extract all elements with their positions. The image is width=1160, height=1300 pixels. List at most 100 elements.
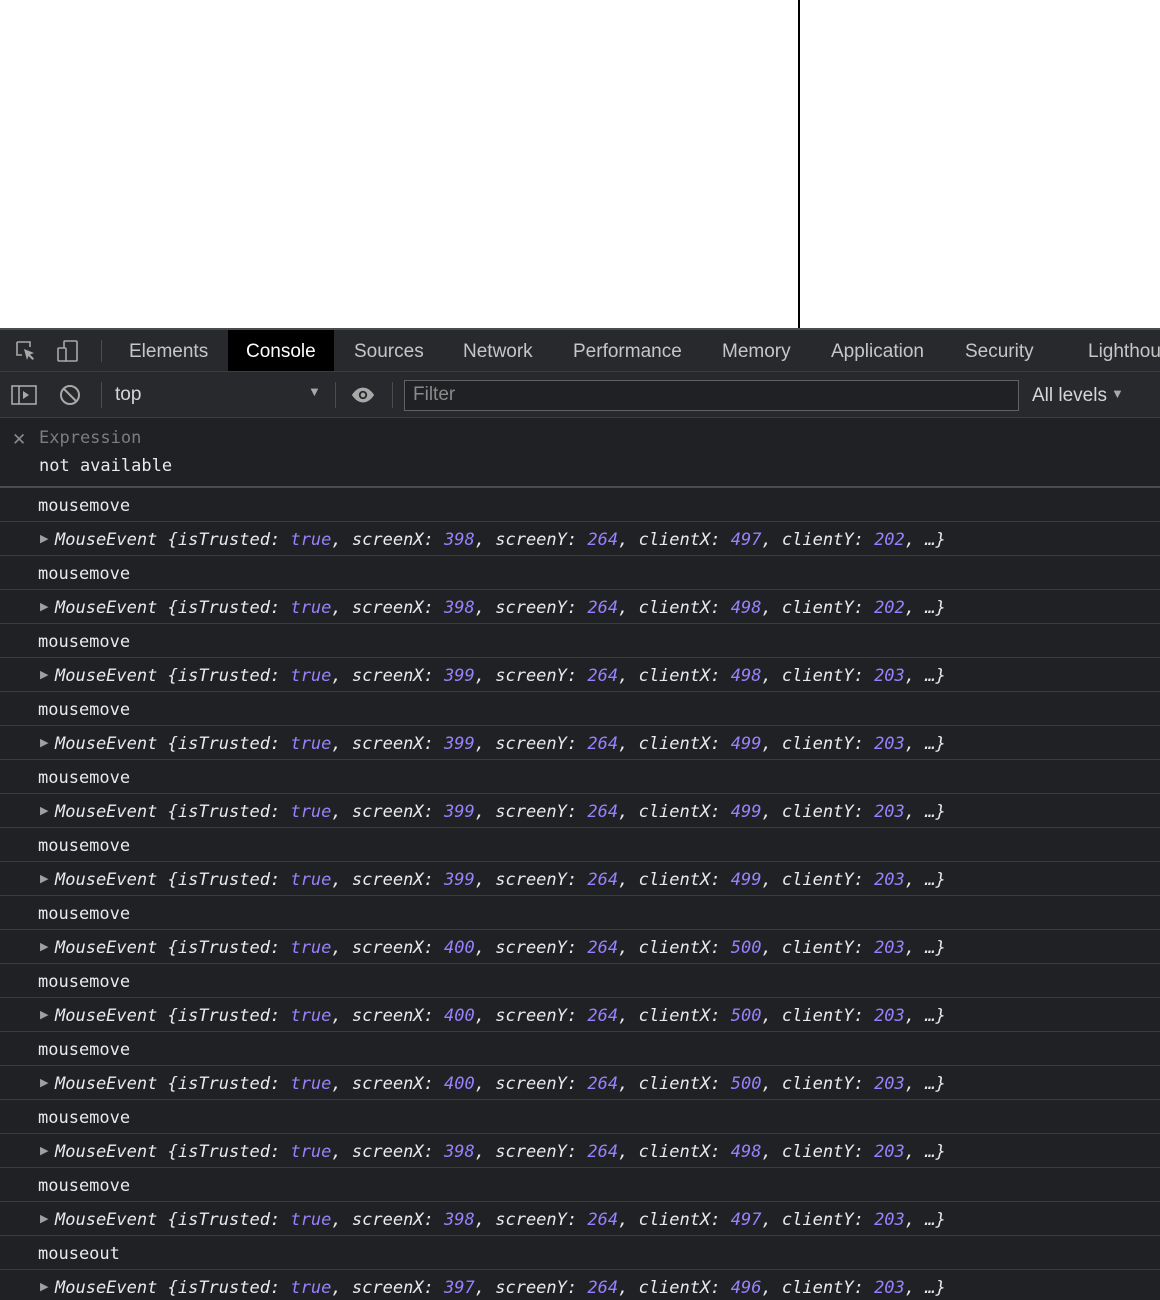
- property-key: isTrusted:: [177, 1142, 281, 1162]
- property-key: screenY:: [495, 1210, 578, 1230]
- log-object-row[interactable]: ▶ MouseEvent {isTrusted: true, screenX: 3…: [0, 590, 1160, 624]
- property-key: screenY:: [495, 802, 578, 822]
- device-toolbar-icon[interactable]: [55, 338, 81, 364]
- property-value: 499: [730, 870, 762, 890]
- tab-application[interactable]: Application: [831, 330, 924, 371]
- property-key: clientX:: [638, 1210, 721, 1230]
- property-value: 203: [874, 1074, 905, 1094]
- property-key: isTrusted:: [177, 666, 281, 686]
- tabbar-separator: [101, 340, 102, 362]
- expand-triangle-icon[interactable]: ▶: [40, 668, 48, 681]
- inspect-element-icon[interactable]: [13, 338, 39, 364]
- log-message-text: mousemove: [38, 1176, 131, 1196]
- log-levels-dropdown[interactable]: All levels ▼: [1032, 385, 1124, 407]
- property-key: clientX:: [638, 1278, 721, 1298]
- object-preview[interactable]: MouseEvent {isTrusted: true, screenX: 39…: [55, 598, 946, 618]
- sidebar-toggle-icon[interactable]: [11, 382, 37, 408]
- chevron-down-icon[interactable]: ▼: [308, 384, 321, 399]
- object-preview[interactable]: MouseEvent {isTrusted: true, screenX: 39…: [55, 1210, 946, 1230]
- expression-value: not available: [39, 456, 173, 476]
- object-type: MouseEvent: [55, 1210, 158, 1230]
- property-value: 264: [587, 1074, 619, 1094]
- property-key: screenX:: [351, 666, 434, 686]
- log-object-row[interactable]: ▶ MouseEvent {isTrusted: true, screenX: 3…: [0, 726, 1160, 760]
- toolbar-separator: [392, 382, 393, 408]
- object-preview[interactable]: MouseEvent {isTrusted: true, screenX: 39…: [55, 1142, 946, 1162]
- context-selector[interactable]: top: [115, 384, 141, 406]
- expand-triangle-icon[interactable]: ▶: [40, 600, 48, 613]
- tab-lighthouse[interactable]: Lighthou: [1088, 330, 1160, 371]
- object-type: MouseEvent: [55, 734, 158, 754]
- property-key: screenY:: [495, 530, 578, 550]
- expand-triangle-icon[interactable]: ▶: [40, 532, 48, 545]
- log-object-row[interactable]: ▶ MouseEvent {isTrusted: true, screenX: 3…: [0, 1270, 1160, 1300]
- property-value: 399: [444, 734, 475, 754]
- object-preview[interactable]: MouseEvent {isTrusted: true, screenX: 39…: [55, 870, 946, 890]
- object-preview[interactable]: MouseEvent {isTrusted: true, screenX: 40…: [55, 938, 946, 958]
- expand-triangle-icon[interactable]: ▶: [40, 872, 48, 885]
- property-key: screenX:: [351, 938, 434, 958]
- tab-console[interactable]: Console: [228, 330, 334, 371]
- object-type: MouseEvent: [55, 870, 158, 890]
- property-key: screenY:: [495, 1278, 578, 1298]
- expand-triangle-icon[interactable]: ▶: [40, 1008, 48, 1021]
- log-object-row[interactable]: ▶ MouseEvent {isTrusted: true, screenX: 3…: [0, 794, 1160, 828]
- property-value: 500: [730, 1074, 762, 1094]
- object-preview[interactable]: MouseEvent {isTrusted: true, screenX: 40…: [55, 1074, 946, 1094]
- property-key: screenY:: [495, 598, 578, 618]
- tab-network[interactable]: Network: [463, 330, 533, 371]
- object-type: MouseEvent: [55, 1142, 158, 1162]
- object-type: MouseEvent: [55, 666, 158, 686]
- expand-triangle-icon[interactable]: ▶: [40, 1144, 48, 1157]
- log-message-text: mousemove: [38, 564, 131, 584]
- property-value: 203: [874, 734, 905, 754]
- log-message-row: mousemove: [0, 1168, 1160, 1202]
- property-key: screenY:: [495, 734, 578, 754]
- log-object-row[interactable]: ▶ MouseEvent {isTrusted: true, screenX: 3…: [0, 658, 1160, 692]
- expression-label[interactable]: Expression: [39, 428, 141, 448]
- property-key: screenX:: [351, 870, 434, 890]
- log-object-row[interactable]: ▶ MouseEvent {isTrusted: true, screenX: 3…: [0, 522, 1160, 556]
- tab-security[interactable]: Security: [965, 330, 1034, 371]
- inspected-page: [0, 0, 1160, 328]
- expand-triangle-icon[interactable]: ▶: [40, 1076, 48, 1089]
- object-preview[interactable]: MouseEvent {isTrusted: true, screenX: 39…: [55, 1278, 946, 1298]
- object-preview[interactable]: MouseEvent {isTrusted: true, screenX: 39…: [55, 802, 946, 822]
- object-preview[interactable]: MouseEvent {isTrusted: true, screenX: 39…: [55, 530, 946, 550]
- tab-performance[interactable]: Performance: [573, 330, 682, 371]
- expand-triangle-icon[interactable]: ▶: [40, 1280, 48, 1293]
- property-key: isTrusted:: [177, 530, 281, 550]
- expand-triangle-icon[interactable]: ▶: [40, 804, 48, 817]
- log-object-row[interactable]: ▶ MouseEvent {isTrusted: true, screenX: 4…: [0, 998, 1160, 1032]
- log-message-row: mousemove: [0, 964, 1160, 998]
- filter-input[interactable]: Filter: [404, 380, 1019, 411]
- object-preview[interactable]: MouseEvent {isTrusted: true, screenX: 40…: [55, 1006, 946, 1026]
- log-message-row: mousemove: [0, 760, 1160, 794]
- log-object-row[interactable]: ▶ MouseEvent {isTrusted: true, screenX: 3…: [0, 1202, 1160, 1236]
- eye-icon[interactable]: [350, 382, 376, 408]
- log-object-row[interactable]: ▶ MouseEvent {isTrusted: true, screenX: 4…: [0, 1066, 1160, 1100]
- expand-triangle-icon[interactable]: ▶: [40, 940, 48, 953]
- log-message-row: mousemove: [0, 1032, 1160, 1066]
- log-object-row[interactable]: ▶ MouseEvent {isTrusted: true, screenX: 4…: [0, 930, 1160, 964]
- object-preview[interactable]: MouseEvent {isTrusted: true, screenX: 39…: [55, 734, 946, 754]
- tab-memory[interactable]: Memory: [722, 330, 791, 371]
- clear-console-icon[interactable]: [57, 382, 83, 408]
- property-value: 203: [874, 1278, 905, 1298]
- object-preview[interactable]: MouseEvent {isTrusted: true, screenX: 39…: [55, 666, 946, 686]
- expand-triangle-icon[interactable]: ▶: [40, 1212, 48, 1225]
- tab-elements[interactable]: Elements: [129, 330, 208, 371]
- expand-triangle-icon[interactable]: ▶: [40, 736, 48, 749]
- property-value: true: [290, 870, 332, 890]
- property-key: clientX:: [638, 1074, 721, 1094]
- ellipsis: …: [925, 870, 936, 890]
- property-key: isTrusted:: [177, 1278, 281, 1298]
- log-message-row: mousemove: [0, 896, 1160, 930]
- property-value: 203: [874, 938, 905, 958]
- property-value: 398: [444, 598, 475, 618]
- log-message-row: mouseout: [0, 1236, 1160, 1270]
- close-icon[interactable]: ✕: [12, 430, 26, 450]
- tab-sources[interactable]: Sources: [354, 330, 424, 371]
- log-object-row[interactable]: ▶ MouseEvent {isTrusted: true, screenX: 3…: [0, 862, 1160, 896]
- log-object-row[interactable]: ▶ MouseEvent {isTrusted: true, screenX: 3…: [0, 1134, 1160, 1168]
